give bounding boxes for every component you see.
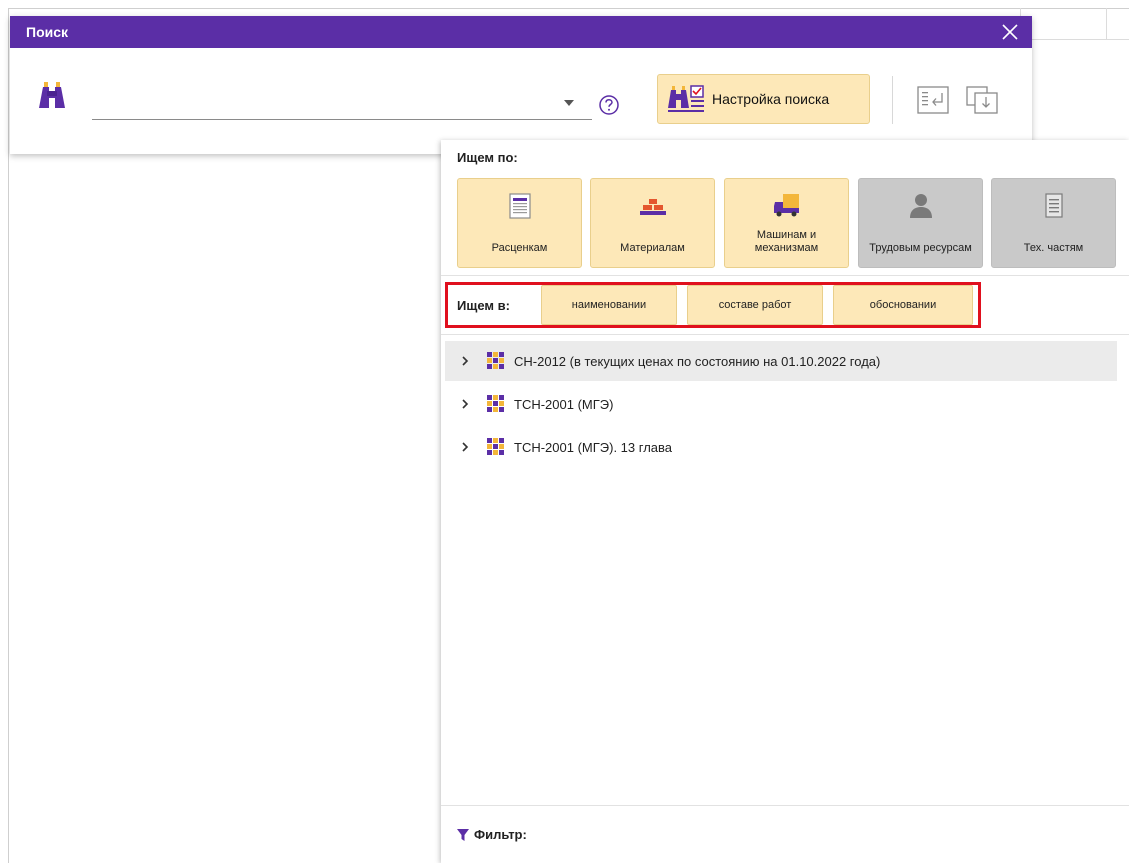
toolbar-divider xyxy=(892,76,893,124)
database-icon xyxy=(487,395,504,412)
help-icon[interactable] xyxy=(598,94,620,116)
truck-icon xyxy=(773,194,799,217)
background-table-header xyxy=(1020,8,1129,40)
search-in-label: Ищем в: xyxy=(457,298,510,313)
tree-item-label: ТСН-2001 (МГЭ). 13 глава xyxy=(514,439,673,455)
database-icon xyxy=(487,438,504,455)
filter-bar[interactable]: Фильтр: xyxy=(441,805,1129,863)
close-icon xyxy=(1002,24,1018,40)
filter-icon xyxy=(457,828,469,841)
search-by-label: Ищем по: xyxy=(457,150,518,165)
import-icon[interactable] xyxy=(916,83,950,117)
category-label: Тех. частям xyxy=(1023,242,1084,254)
filter-label: Фильтр: xyxy=(474,827,527,842)
export-window-icon[interactable] xyxy=(965,83,999,117)
scope-work-composition-button[interactable]: составе работ xyxy=(687,285,823,325)
chevron-right-icon[interactable] xyxy=(459,398,471,410)
category-labor-button[interactable]: Трудовым ресурсам xyxy=(858,178,983,268)
category-rates-button[interactable]: Расценкам xyxy=(457,178,582,268)
category-machines-button[interactable]: Машинам и механизмам xyxy=(724,178,849,268)
binoculars-settings-icon xyxy=(668,85,704,112)
dropdown-caret-icon[interactable] xyxy=(563,99,575,107)
close-button[interactable] xyxy=(1000,22,1020,42)
header-cell xyxy=(1106,8,1107,40)
tree-item[interactable]: ТСН-2001 (МГЭ) xyxy=(445,384,1117,424)
category-label: Машинам и механизмам xyxy=(754,229,819,254)
chevron-right-icon[interactable] xyxy=(459,355,471,367)
tree-item-label: ТСН-2001 (МГЭ) xyxy=(514,396,614,412)
category-label: Материалам xyxy=(620,242,685,254)
bricks-icon xyxy=(639,199,666,215)
scope-name-button[interactable]: наименовании xyxy=(541,285,677,325)
chevron-right-icon[interactable] xyxy=(459,441,471,453)
binoculars-icon xyxy=(39,82,65,108)
database-icon xyxy=(487,352,504,369)
search-settings-panel: Ищем по: Расценкам Материалам Машинам и … xyxy=(441,140,1129,863)
search-input[interactable] xyxy=(92,90,592,120)
search-settings-button[interactable]: Настройка поиска xyxy=(657,74,870,124)
category-materials-button[interactable]: Материалам xyxy=(590,178,715,268)
tree-item-label: СН-2012 (в текущих ценах по состоянию на… xyxy=(514,353,881,369)
document-icon xyxy=(1044,193,1063,218)
price-sheet-icon xyxy=(508,193,531,219)
search-dialog: Поиск Настройка поиска xyxy=(10,16,1032,154)
category-label: Трудовым ресурсам xyxy=(869,242,972,254)
tree-item[interactable]: СН-2012 (в текущих ценах по состоянию на… xyxy=(445,341,1117,381)
category-label: Расценкам xyxy=(491,242,548,254)
worker-icon xyxy=(909,194,932,218)
dialog-titlebar: Поиск xyxy=(10,16,1032,48)
tree-item[interactable]: ТСН-2001 (МГЭ). 13 глава xyxy=(445,427,1117,467)
scope-justification-button[interactable]: обосновании xyxy=(833,285,973,325)
dialog-title: Поиск xyxy=(26,24,69,40)
search-settings-label: Настройка поиска xyxy=(712,91,830,107)
category-tech-parts-button[interactable]: Тех. частям xyxy=(991,178,1116,268)
